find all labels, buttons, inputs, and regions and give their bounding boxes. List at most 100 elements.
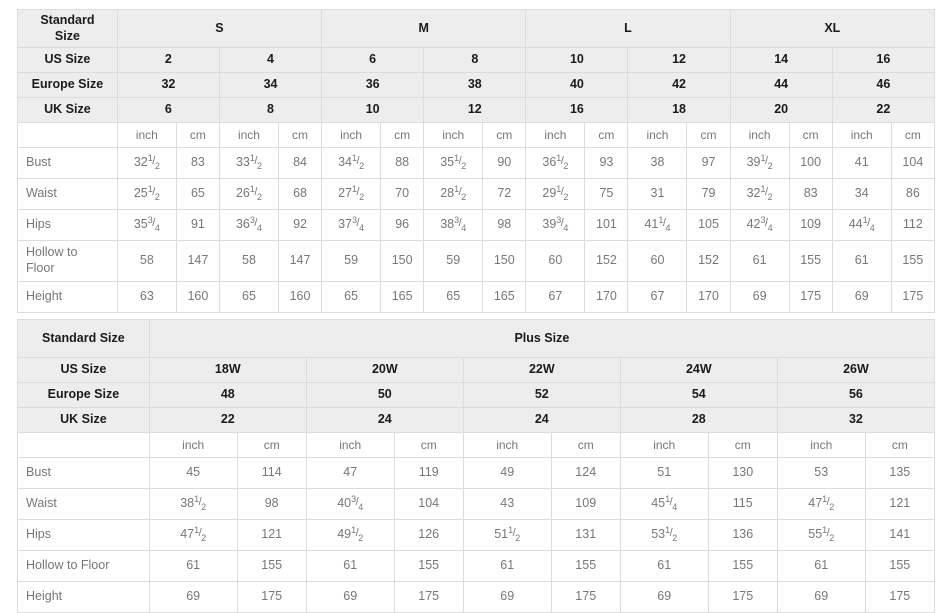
measurement-value: 98: [236, 488, 307, 520]
unit-label-inch: inch: [423, 122, 484, 148]
measurement-value: 321/2: [116, 147, 177, 179]
measurement-value: 341/2: [321, 147, 382, 179]
measurement-value: 381/2: [148, 488, 238, 520]
measurement-value: 373/4: [321, 209, 382, 241]
size-value: 16: [525, 97, 629, 123]
measurement-value: 321/2: [729, 178, 790, 210]
measurement-value: 61: [619, 550, 709, 582]
measurement-value: 121: [236, 519, 307, 551]
measurement-label-hollow-to-floor: Hollow to Floor: [17, 240, 118, 282]
measurement-value: 104: [393, 488, 464, 520]
unit-label-cm: cm: [380, 122, 425, 148]
measurement-value: 61: [462, 550, 552, 582]
measurement-row: Waist 381/2 98 403/4 104 43 109 451/4 115 471/2 12…: [17, 488, 936, 520]
measurement-value: 86: [890, 178, 936, 210]
size-value: 50: [305, 382, 464, 408]
measurement-value: 61: [776, 550, 866, 582]
measurement-value: 61: [729, 240, 790, 282]
measurement-label-height: Height: [17, 581, 150, 613]
measurement-value: 155: [707, 550, 778, 582]
measurement-value: 119: [393, 457, 464, 489]
size-value: 36: [321, 72, 425, 98]
measurement-value: 331/2: [218, 147, 279, 179]
unit-label-cm: cm: [584, 122, 629, 148]
measurement-value: 126: [393, 519, 464, 551]
measurement-value: 281/2: [423, 178, 484, 210]
measurement-value: 361/2: [525, 147, 586, 179]
measurement-value: 69: [619, 581, 709, 613]
measurement-value: 160: [175, 281, 220, 313]
measurement-label-waist: Waist: [17, 178, 118, 210]
size-value: 18W: [148, 357, 307, 383]
row-label-us-size: US Size: [17, 357, 150, 383]
measurement-value: 160: [277, 281, 323, 313]
measurement-value: 175: [788, 281, 833, 313]
measurement-value: 175: [864, 581, 936, 613]
measurement-value: 75: [584, 178, 629, 210]
size-value: 24: [462, 407, 621, 433]
unit-label-cm: cm: [890, 122, 936, 148]
measurement-value: 291/2: [525, 178, 586, 210]
measurement-value: 363/4: [218, 209, 279, 241]
size-value: 18: [627, 97, 731, 123]
measurement-value: 31: [627, 178, 688, 210]
measurement-value: 115: [707, 488, 778, 520]
measurement-value: 150: [482, 240, 527, 282]
measurement-value: 383/4: [423, 209, 484, 241]
size-value: 46: [831, 72, 936, 98]
measurement-value: 47: [305, 457, 395, 489]
measurement-value: 391/2: [729, 147, 790, 179]
measurement-row: Height 63 160 65 160 65 165 65 165 67 170 67 170 69 17…: [17, 281, 936, 313]
measurement-value: 170: [686, 281, 731, 313]
size-group-header-row: Standard Size S M L XL: [17, 9, 936, 48]
measurement-value: 147: [277, 240, 323, 282]
row-label-us-size: US Size: [17, 47, 118, 73]
size-value: 16: [831, 47, 936, 73]
standard-size-table: Standard Size S M L XL US Size 2 4 6 8 10 12 14 16 Euro…: [17, 9, 936, 313]
unit-label-cm: cm: [550, 432, 621, 458]
measurement-value: 155: [864, 550, 936, 582]
measurement-value: 121: [864, 488, 936, 520]
table-row: US Size 18W 20W 22W 24W 26W: [17, 357, 936, 383]
measurement-value: 261/2: [218, 178, 279, 210]
measurement-value: 92: [277, 209, 323, 241]
row-label-uk-size: UK Size: [17, 97, 118, 123]
measurement-value: 114: [236, 457, 307, 489]
size-value: 48: [148, 382, 307, 408]
measurement-row: Hollow to Floor 58 147 58 147 59 150 59 150 60 152 6…: [17, 240, 936, 282]
size-value: 24: [305, 407, 464, 433]
measurement-value: 97: [686, 147, 731, 179]
measurement-row: Height 69 175 69 175 69 175 69 175 69 175: [17, 581, 936, 613]
size-value: 20: [729, 97, 833, 123]
measurement-value: 83: [788, 178, 833, 210]
measurement-value: 131: [550, 519, 621, 551]
measurement-row: Bust 321/2 83 331/2 84 341/2 88 351/2 90 361/2 93 3…: [17, 147, 936, 179]
measurement-row: Hollow to Floor 61 155 61 155 61 155 61 155 61 155: [17, 550, 936, 582]
measurement-value: 411/4: [627, 209, 688, 241]
measurement-value: 165: [380, 281, 425, 313]
measurement-value: 43: [462, 488, 552, 520]
unit-label-inch: inch: [148, 432, 238, 458]
measurement-value: 104: [890, 147, 936, 179]
size-value: 22W: [462, 357, 621, 383]
plus-size-table: Standard Size Plus Size US Size 18W 20W 22W 24…: [17, 319, 936, 613]
measurement-value: 100: [788, 147, 833, 179]
table-row: US Size 2 4 6 8 10 12 14 16: [17, 47, 936, 73]
measurement-value: 170: [584, 281, 629, 313]
measurement-label-waist: Waist: [17, 488, 150, 520]
measurement-value: 155: [788, 240, 833, 282]
unit-label-inch: inch: [627, 122, 688, 148]
measurement-value: 251/2: [116, 178, 177, 210]
measurement-value: 60: [525, 240, 586, 282]
measurement-value: 175: [550, 581, 621, 613]
measurement-value: 351/2: [423, 147, 484, 179]
size-value: 40: [525, 72, 629, 98]
row-label-uk-size: UK Size: [17, 407, 150, 433]
measurement-value: 69: [776, 581, 866, 613]
measurement-label-hollow-to-floor: Hollow to Floor: [17, 550, 150, 582]
row-label-europe-size: Europe Size: [17, 72, 118, 98]
measurement-value: 124: [550, 457, 621, 489]
measurement-value: 59: [423, 240, 484, 282]
measurement-value: 551/2: [776, 519, 866, 551]
size-value: 22: [831, 97, 936, 123]
